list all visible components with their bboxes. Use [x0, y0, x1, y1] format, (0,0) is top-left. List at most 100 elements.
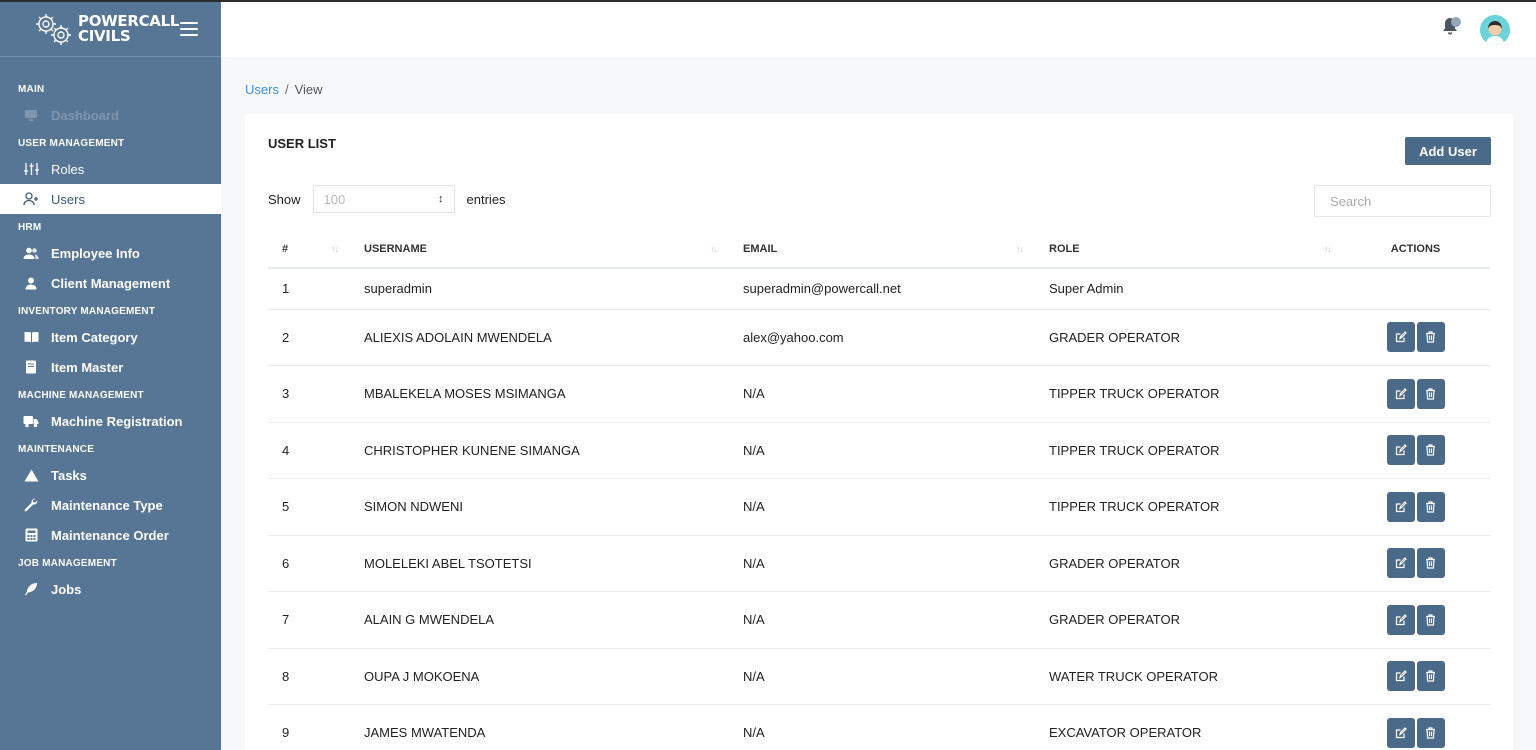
- cell-email: N/A: [727, 648, 1033, 705]
- trash-icon: [1425, 501, 1436, 513]
- sidebar-item-machine-registration[interactable]: Machine Registration: [0, 406, 221, 436]
- section-user-management: USER MANAGEMENT: [18, 138, 125, 149]
- trash-icon: [1425, 670, 1436, 682]
- edit-button[interactable]: [1386, 548, 1415, 579]
- edit-icon: [1395, 331, 1407, 343]
- edit-icon: [1395, 670, 1407, 682]
- cell-username: MBALEKELA MOSES MSIMANGA: [348, 365, 727, 423]
- sort-icon: ↑↓: [1324, 244, 1332, 254]
- user-icon: [23, 275, 39, 291]
- section-main: MAIN: [18, 84, 45, 95]
- breadcrumb-separator: /: [284, 82, 289, 97]
- column-header-username[interactable]: USERNAME ↑↓: [348, 230, 727, 269]
- trash-icon: [1425, 557, 1436, 569]
- monitor-icon: [23, 107, 39, 123]
- table-row: 9 JAMES MWATENDA N/A EXCAVATOR OPERATOR: [268, 704, 1490, 750]
- sidebar-item-maintenance-type[interactable]: Maintenance Type: [0, 490, 221, 520]
- cell-username: MOLELEKI ABEL TSOTETSI: [348, 535, 727, 592]
- sidebar-item-roles[interactable]: Roles: [0, 154, 221, 184]
- section-hrm: HRM: [18, 222, 42, 233]
- window-top-border: [0, 0, 1536, 2]
- cell-username: ALIEXIS ADOLAIN MWENDELA: [348, 309, 727, 366]
- cell-role: GRADER OPERATOR: [1033, 535, 1341, 592]
- cell-email: N/A: [727, 704, 1033, 750]
- cell-number: 8: [268, 648, 348, 705]
- sidebar-item-label: Maintenance Order: [51, 527, 169, 543]
- cell-email: N/A: [727, 365, 1033, 423]
- entries-select[interactable]: 100 ↕: [312, 185, 455, 213]
- cell-number: 9: [268, 704, 348, 750]
- user-list-card: USER LIST Add User Show 100 ↕ entries #↑…: [245, 114, 1513, 750]
- delete-button[interactable]: [1416, 378, 1445, 409]
- cell-actions: [1341, 309, 1490, 366]
- users-icon: [23, 245, 39, 261]
- trash-icon: [1425, 727, 1436, 739]
- cell-role: GRADER OPERATOR: [1033, 591, 1341, 649]
- page-length-control: Show 100 ↕ entries: [268, 185, 506, 213]
- edit-button[interactable]: [1386, 322, 1415, 353]
- card-title: USER LIST: [268, 136, 336, 151]
- edit-button[interactable]: [1386, 378, 1415, 409]
- menu-toggle-icon[interactable]: [180, 22, 198, 36]
- show-label: Show: [268, 191, 301, 207]
- cell-role: TIPPER TRUCK OPERATOR: [1033, 478, 1341, 536]
- breadcrumb-users-link[interactable]: Users: [245, 82, 279, 97]
- edit-button[interactable]: [1386, 435, 1415, 466]
- cell-actions: [1341, 535, 1490, 592]
- entries-select-value: 100: [323, 191, 346, 207]
- cell-actions: [1341, 591, 1490, 649]
- table-row: 8 OUPA J MOKOENA N/A WATER TRUCK OPERATOR: [268, 648, 1490, 705]
- sidebar-item-label: Maintenance Type: [51, 497, 163, 513]
- user-plus-icon: [23, 191, 39, 207]
- column-header-number[interactable]: # ↑↓: [268, 230, 348, 269]
- sidebar-item-users[interactable]: Users: [0, 184, 221, 214]
- edit-button[interactable]: [1386, 717, 1415, 748]
- cell-role: TIPPER TRUCK OPERATOR: [1033, 365, 1341, 423]
- sidebar-nav: MAIN Dashboard USER MANAGEMENT Roles Use…: [0, 57, 221, 604]
- section-maintenance: MAINTENANCE: [18, 444, 95, 455]
- cell-number: 7: [268, 591, 348, 649]
- calculator-icon: [23, 527, 39, 543]
- logo: POWERCALL CIVILS: [32, 11, 179, 47]
- add-user-button[interactable]: Add User: [1405, 137, 1491, 165]
- sidebar-item-maintenance-order[interactable]: Maintenance Order: [0, 520, 221, 550]
- breadcrumb: Users / View: [245, 82, 323, 97]
- column-header-email[interactable]: EMAIL ↑↓: [727, 230, 1033, 269]
- search-input[interactable]: [1314, 185, 1491, 217]
- edit-icon: [1395, 613, 1407, 626]
- notification-bell-icon[interactable]: [1442, 14, 1464, 38]
- cell-number: 3: [268, 365, 348, 423]
- edit-button[interactable]: [1386, 604, 1415, 635]
- table-row: 1 superadmin superadmin@powercall.net Super…: [268, 268, 1490, 310]
- delete-button[interactable]: [1416, 717, 1445, 748]
- delete-button[interactable]: [1416, 322, 1445, 353]
- sidebar-item-client-management[interactable]: Client Management: [0, 268, 221, 298]
- cell-actions: [1341, 478, 1490, 536]
- sidebar-item-label: Employee Info: [51, 245, 140, 261]
- sidebar-item-employee-info[interactable]: Employee Info: [0, 238, 221, 268]
- sidebar-item-jobs[interactable]: Jobs: [0, 574, 221, 604]
- cell-actions: [1341, 422, 1490, 479]
- edit-button[interactable]: [1386, 491, 1415, 522]
- delete-button[interactable]: [1416, 661, 1445, 692]
- user-avatar[interactable]: [1480, 15, 1510, 45]
- brand[interactable]: POWERCALL CIVILS: [0, 2, 221, 57]
- column-header-role[interactable]: ROLE ↑↓: [1033, 230, 1341, 269]
- section-machine-management: MACHINE MANAGEMENT: [18, 390, 144, 401]
- delete-button[interactable]: [1416, 435, 1445, 466]
- sidebar-item-item-master[interactable]: Item Master: [0, 352, 221, 382]
- edit-button[interactable]: [1386, 661, 1415, 692]
- sidebar-item-tasks[interactable]: Tasks: [0, 460, 221, 490]
- edit-icon: [1395, 726, 1407, 739]
- delete-button[interactable]: [1416, 604, 1445, 635]
- sidebar-item-label: Item Master: [51, 359, 124, 375]
- wrench-icon: [23, 497, 39, 513]
- entries-label: entries: [466, 191, 506, 207]
- sidebar-item-label: Tasks: [51, 467, 87, 483]
- sidebar-item-item-category[interactable]: Item Category: [0, 322, 221, 352]
- delete-button[interactable]: [1416, 491, 1445, 522]
- cell-actions: [1341, 704, 1490, 750]
- sidebar-item-dashboard[interactable]: Dashboard: [0, 100, 221, 130]
- delete-button[interactable]: [1416, 548, 1445, 579]
- trash-icon: [1425, 388, 1436, 400]
